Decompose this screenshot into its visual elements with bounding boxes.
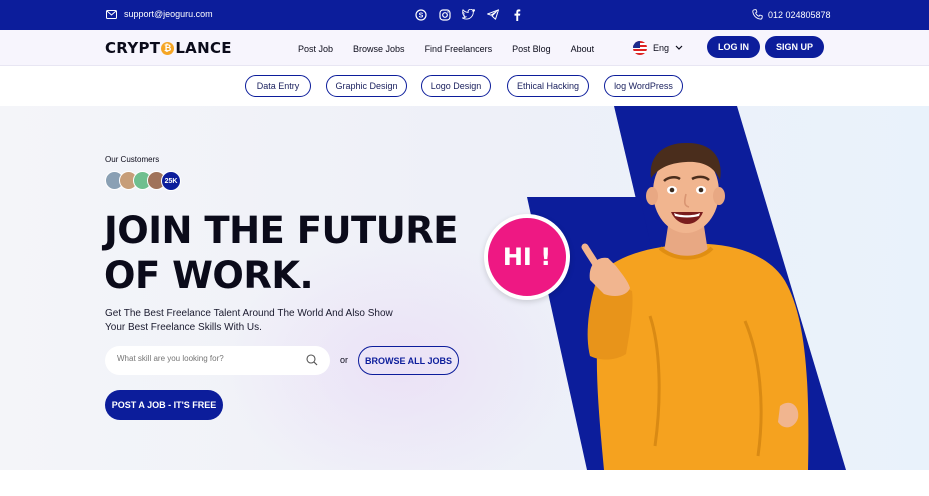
nav-item-about[interactable]: About: [571, 44, 595, 54]
nav-item-post-blog[interactable]: Post Blog: [512, 44, 551, 54]
phone-icon: [752, 9, 763, 20]
us-flag-icon: [633, 41, 647, 55]
top-bar: support@jeoguru.com S 012 024805878: [0, 0, 929, 30]
category-data-entry[interactable]: Data Entry: [245, 75, 311, 97]
logo-text-right: LANCE: [175, 39, 232, 57]
social-links: S: [414, 8, 523, 21]
bitcoin-icon: ₿: [161, 41, 175, 55]
email-text: support@jeoguru.com: [124, 9, 213, 19]
site-logo[interactable]: CRYPT ₿ LANCE: [105, 39, 232, 57]
facebook-icon[interactable]: [510, 8, 523, 21]
category-logo-design[interactable]: Logo Design: [421, 75, 491, 97]
smiling-man-image: [581, 142, 809, 470]
signup-button[interactable]: SIGN UP: [765, 36, 824, 58]
mail-icon: [106, 9, 117, 19]
category-ethical-hacking[interactable]: Ethical Hacking: [507, 75, 589, 97]
category-graphic-design[interactable]: Graphic Design: [326, 75, 407, 97]
category-wordpress[interactable]: log WordPress: [604, 75, 683, 97]
svg-text:S: S: [418, 12, 423, 19]
language-label: Eng: [653, 43, 670, 53]
main-menu: Post Job Browse Jobs Find Freelancers Po…: [298, 44, 594, 54]
language-selector[interactable]: Eng: [633, 41, 683, 55]
login-button[interactable]: LOG IN: [707, 36, 760, 58]
hero-section: Our Customers 25K JOIN THE FUTURE OF WOR…: [0, 106, 929, 470]
contact-email[interactable]: support@jeoguru.com: [106, 9, 213, 19]
nav-item-post-job[interactable]: Post Job: [298, 44, 333, 54]
nav-item-find-freelancers[interactable]: Find Freelancers: [425, 44, 493, 54]
hi-speech-badge: HI !: [484, 214, 570, 300]
main-navbar: CRYPT ₿ LANCE Post Job Browse Jobs Find …: [0, 30, 929, 66]
phone-text: 012 024805878: [768, 9, 831, 20]
twitter-icon[interactable]: [462, 8, 475, 21]
page-bottom-strip: [0, 470, 929, 496]
instagram-icon[interactable]: [438, 8, 451, 21]
category-bar: Data Entry Graphic Design Logo Design Et…: [0, 66, 929, 106]
logo-text-left: CRYPT: [105, 39, 161, 57]
skype-icon[interactable]: S: [414, 8, 427, 21]
contact-phone[interactable]: 012 024805878: [752, 9, 831, 20]
chevron-down-icon: [675, 45, 683, 50]
nav-item-browse-jobs[interactable]: Browse Jobs: [353, 44, 405, 54]
telegram-icon[interactable]: [486, 8, 499, 21]
